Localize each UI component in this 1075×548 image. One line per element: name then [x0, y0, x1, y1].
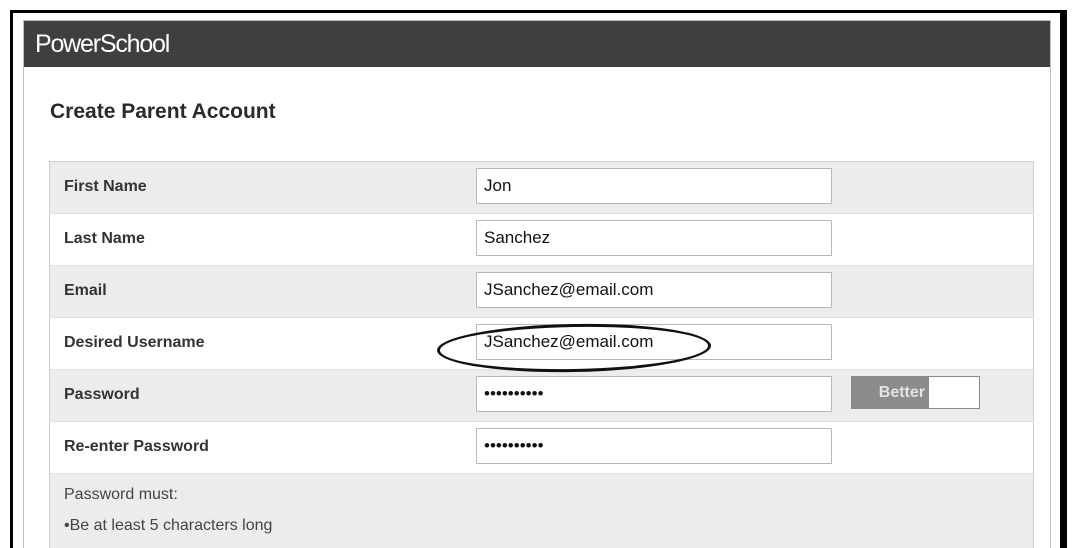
- powerschool-logo[interactable]: PowerSchool: [35, 30, 170, 59]
- password-strength-meter: Better: [851, 376, 980, 409]
- form-row-email: Email: [50, 266, 1033, 318]
- form-row-last-name: Last Name: [50, 214, 1033, 266]
- password-rule-item: •Be at least 5 characters long: [64, 517, 273, 534]
- strength-meter-fill: Better: [852, 377, 929, 408]
- password-label: Password: [64, 386, 140, 403]
- first-name-field[interactable]: [476, 168, 832, 204]
- browser-window: PowerSchool Create Parent Account First …: [23, 20, 1051, 548]
- username-field[interactable]: [476, 324, 832, 360]
- top-bar: PowerSchool: [24, 21, 1050, 67]
- password-confirm-field[interactable]: [476, 428, 832, 464]
- first-name-label: First Name: [64, 178, 147, 195]
- strength-meter-empty: [929, 377, 979, 408]
- password-rules-title: Password must:: [64, 486, 178, 503]
- form-row-password-confirm: Re-enter Password: [50, 422, 1033, 474]
- username-label: Desired Username: [64, 334, 205, 351]
- last-name-label: Last Name: [64, 230, 145, 247]
- screenshot-frame: PowerSchool Create Parent Account First …: [10, 10, 1063, 548]
- form-row-username: Desired Username: [50, 318, 1033, 370]
- password-confirm-label: Re-enter Password: [64, 438, 209, 455]
- password-field[interactable]: [476, 376, 832, 412]
- form-row-first-name: First Name: [50, 162, 1033, 214]
- create-account-form: First Name Last Name Email Desired Usern…: [49, 161, 1034, 548]
- last-name-field[interactable]: [476, 220, 832, 256]
- form-row-password: Password Better: [50, 370, 1033, 422]
- page-title: Create Parent Account: [50, 100, 276, 123]
- password-rules: Password must: •Be at least 5 characters…: [50, 474, 1033, 548]
- email-field[interactable]: [476, 272, 832, 308]
- email-label: Email: [64, 282, 107, 299]
